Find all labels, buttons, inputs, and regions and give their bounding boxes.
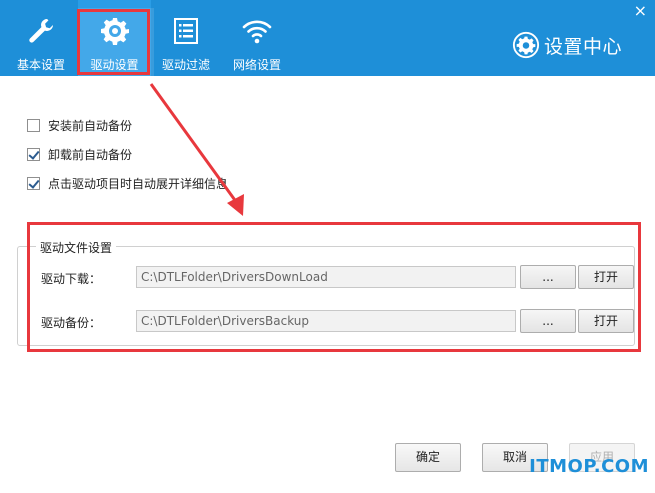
- ok-button[interactable]: 确定: [395, 443, 461, 472]
- driver-files-highlight-frame: [27, 222, 641, 352]
- watermark: ITMOP.COM: [529, 456, 649, 477]
